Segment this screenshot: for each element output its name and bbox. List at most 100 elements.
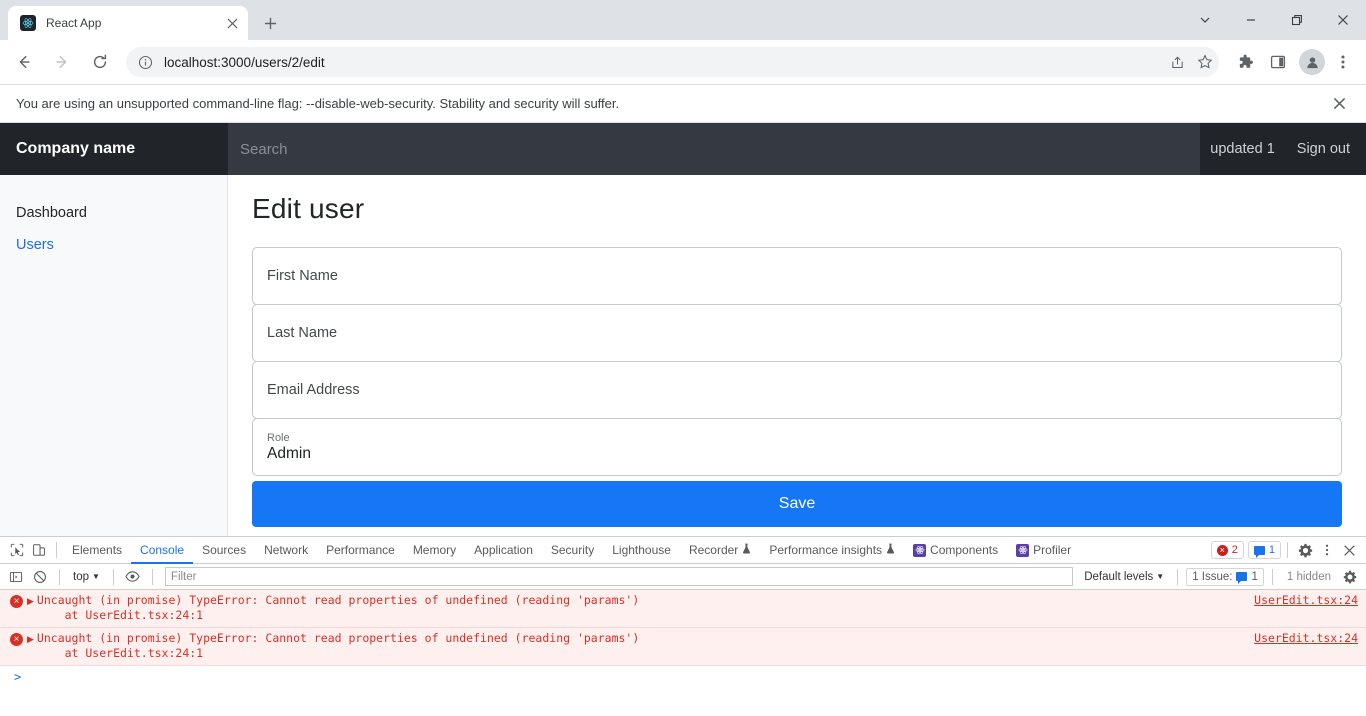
- tab-lighthouse[interactable]: Lighthouse: [603, 537, 680, 564]
- tab-profiler[interactable]: Profiler: [1007, 537, 1080, 564]
- app-navbar: Company name updated 1 Sign out: [0, 123, 1366, 175]
- tab-security[interactable]: Security: [542, 537, 603, 564]
- reload-icon[interactable]: [84, 46, 116, 78]
- omnibox-actions: [1163, 47, 1219, 77]
- expand-triangle-icon[interactable]: ▶: [27, 596, 34, 607]
- tab-memory[interactable]: Memory: [404, 537, 465, 564]
- tab-title: React App: [46, 16, 102, 30]
- message-icon: [1236, 572, 1248, 584]
- tab-performance-insights[interactable]: Performance insights: [760, 537, 904, 564]
- message-count-badge[interactable]: 1: [1247, 541, 1281, 559]
- updated-count-link[interactable]: updated 1: [1210, 141, 1275, 157]
- share-icon[interactable]: [1163, 47, 1191, 77]
- tab-recorder[interactable]: Recorder: [680, 537, 760, 564]
- message-icon: [1253, 545, 1265, 558]
- console-error-row[interactable]: × ▶ Uncaught (in promise) TypeError: Can…: [0, 628, 1366, 666]
- new-tab-button[interactable]: [256, 9, 284, 37]
- hidden-messages-label: 1 hidden: [1286, 570, 1331, 583]
- react-icon: [913, 543, 927, 557]
- sidebar: Dashboard Users: [0, 175, 228, 536]
- tab-strip: React App: [0, 0, 1366, 40]
- sign-out-link[interactable]: Sign out: [1297, 141, 1350, 157]
- live-expression-eye-icon[interactable]: [122, 566, 144, 588]
- page-title: Edit user: [252, 193, 365, 224]
- close-icon[interactable]: [1320, 0, 1366, 40]
- person-avatar-icon[interactable]: [1299, 49, 1325, 75]
- last-name-placeholder: Last Name: [267, 325, 338, 341]
- close-icon[interactable]: [1326, 91, 1352, 117]
- arrow-right-icon[interactable]: [46, 46, 78, 78]
- tab-console[interactable]: Console: [131, 537, 193, 564]
- issues-label: 1 Issue:: [1192, 570, 1233, 583]
- tab-components-label: Components: [930, 543, 999, 557]
- tab-network[interactable]: Network: [255, 537, 317, 564]
- search-input[interactable]: [238, 139, 1201, 159]
- first-name-field[interactable]: First Name: [252, 247, 1342, 305]
- divider: [112, 568, 114, 585]
- tab-performance[interactable]: Performance: [317, 537, 404, 564]
- save-button[interactable]: Save: [252, 481, 1342, 527]
- close-icon[interactable]: [224, 15, 240, 31]
- three-dots-vertical-icon[interactable]: [1316, 539, 1338, 561]
- console-filter-input[interactable]: [164, 567, 1074, 586]
- infobar-message: You are using an unsupported command-lin…: [16, 96, 620, 111]
- brand-title[interactable]: Company name: [0, 123, 228, 175]
- tab-components[interactable]: Components: [904, 537, 1007, 564]
- error-count-badge[interactable]: × 2: [1210, 541, 1244, 559]
- console-error-row[interactable]: × ▶ Uncaught (in promise) TypeError: Can…: [0, 590, 1366, 628]
- chevron-down-icon[interactable]: [1182, 0, 1228, 40]
- page-viewport: Company name updated 1 Sign out Dashboar…: [0, 123, 1366, 536]
- email-address-field[interactable]: Email Address: [252, 361, 1342, 419]
- console-source-link[interactable]: UserEdit.tsx:24: [1254, 593, 1358, 607]
- clear-console-icon[interactable]: [29, 566, 51, 588]
- divider: [1271, 568, 1273, 585]
- log-levels-selector[interactable]: Default levels ▼: [1079, 567, 1169, 587]
- gear-icon[interactable]: [1294, 539, 1316, 561]
- console-messages-list[interactable]: × ▶ Uncaught (in promise) TypeError: Can…: [0, 590, 1366, 716]
- tab-sources[interactable]: Sources: [193, 537, 255, 564]
- role-label: Role: [267, 431, 290, 444]
- devtools-panel: Elements Console Sources Network Perform…: [0, 536, 1366, 716]
- issues-badge[interactable]: 1 Issue: 1: [1186, 567, 1264, 586]
- app-body: Dashboard Users Edit user First Name Las…: [0, 175, 1366, 536]
- search-container: [228, 123, 1201, 175]
- three-dots-vertical-icon[interactable]: [1328, 46, 1358, 78]
- console-error-text: Uncaught (in promise) TypeError: Cannot …: [37, 593, 1244, 623]
- browser-toolbar: localhost:3000/users/2/edit: [0, 40, 1366, 85]
- sidebar-item-users[interactable]: Users: [0, 229, 227, 261]
- error-circle-icon: ×: [10, 595, 23, 608]
- close-icon[interactable]: [1338, 539, 1360, 561]
- restore-icon[interactable]: [1274, 0, 1320, 40]
- gear-icon[interactable]: [1339, 566, 1361, 588]
- tab-application[interactable]: Application: [465, 537, 542, 564]
- side-panel-icon[interactable]: [1263, 46, 1293, 78]
- tab-profiler-label: Profiler: [1033, 543, 1072, 557]
- main-content: Edit user First Name Last Name Email Add…: [228, 175, 1366, 536]
- arrow-left-icon[interactable]: [8, 46, 40, 78]
- flask-icon: [742, 543, 751, 557]
- info-circle-icon[interactable]: [136, 53, 154, 71]
- edit-user-form: First Name Last Name Email Address Role …: [252, 247, 1342, 527]
- last-name-field[interactable]: Last Name: [252, 304, 1342, 362]
- tab-elements[interactable]: Elements: [63, 537, 131, 564]
- divider: [1287, 542, 1288, 558]
- address-bar[interactable]: localhost:3000/users/2/edit: [126, 47, 1219, 77]
- browser-tab[interactable]: React App: [8, 6, 248, 40]
- device-toggle-icon[interactable]: [28, 539, 50, 561]
- execution-context-selector[interactable]: top ▼: [68, 567, 105, 587]
- error-count-value: 2: [1231, 544, 1238, 556]
- console-error-stack: at UserEdit.tsx:24:1: [36, 608, 204, 622]
- console-input-row[interactable]: >: [0, 666, 1366, 688]
- tab-recorder-label: Recorder: [688, 543, 739, 557]
- star-icon[interactable]: [1191, 47, 1219, 77]
- divider: [1177, 568, 1179, 585]
- console-sidebar-icon[interactable]: [5, 566, 27, 588]
- console-source-link[interactable]: UserEdit.tsx:24: [1254, 631, 1358, 645]
- command-line-flag-infobar: You are using an unsupported command-lin…: [0, 85, 1366, 123]
- puzzle-icon[interactable]: [1230, 46, 1260, 78]
- expand-triangle-icon[interactable]: ▶: [27, 634, 34, 645]
- inspect-cursor-icon[interactable]: [6, 539, 28, 561]
- role-field[interactable]: Role Admin: [252, 418, 1342, 476]
- minimize-icon[interactable]: [1228, 0, 1274, 40]
- sidebar-item-dashboard[interactable]: Dashboard: [0, 197, 227, 229]
